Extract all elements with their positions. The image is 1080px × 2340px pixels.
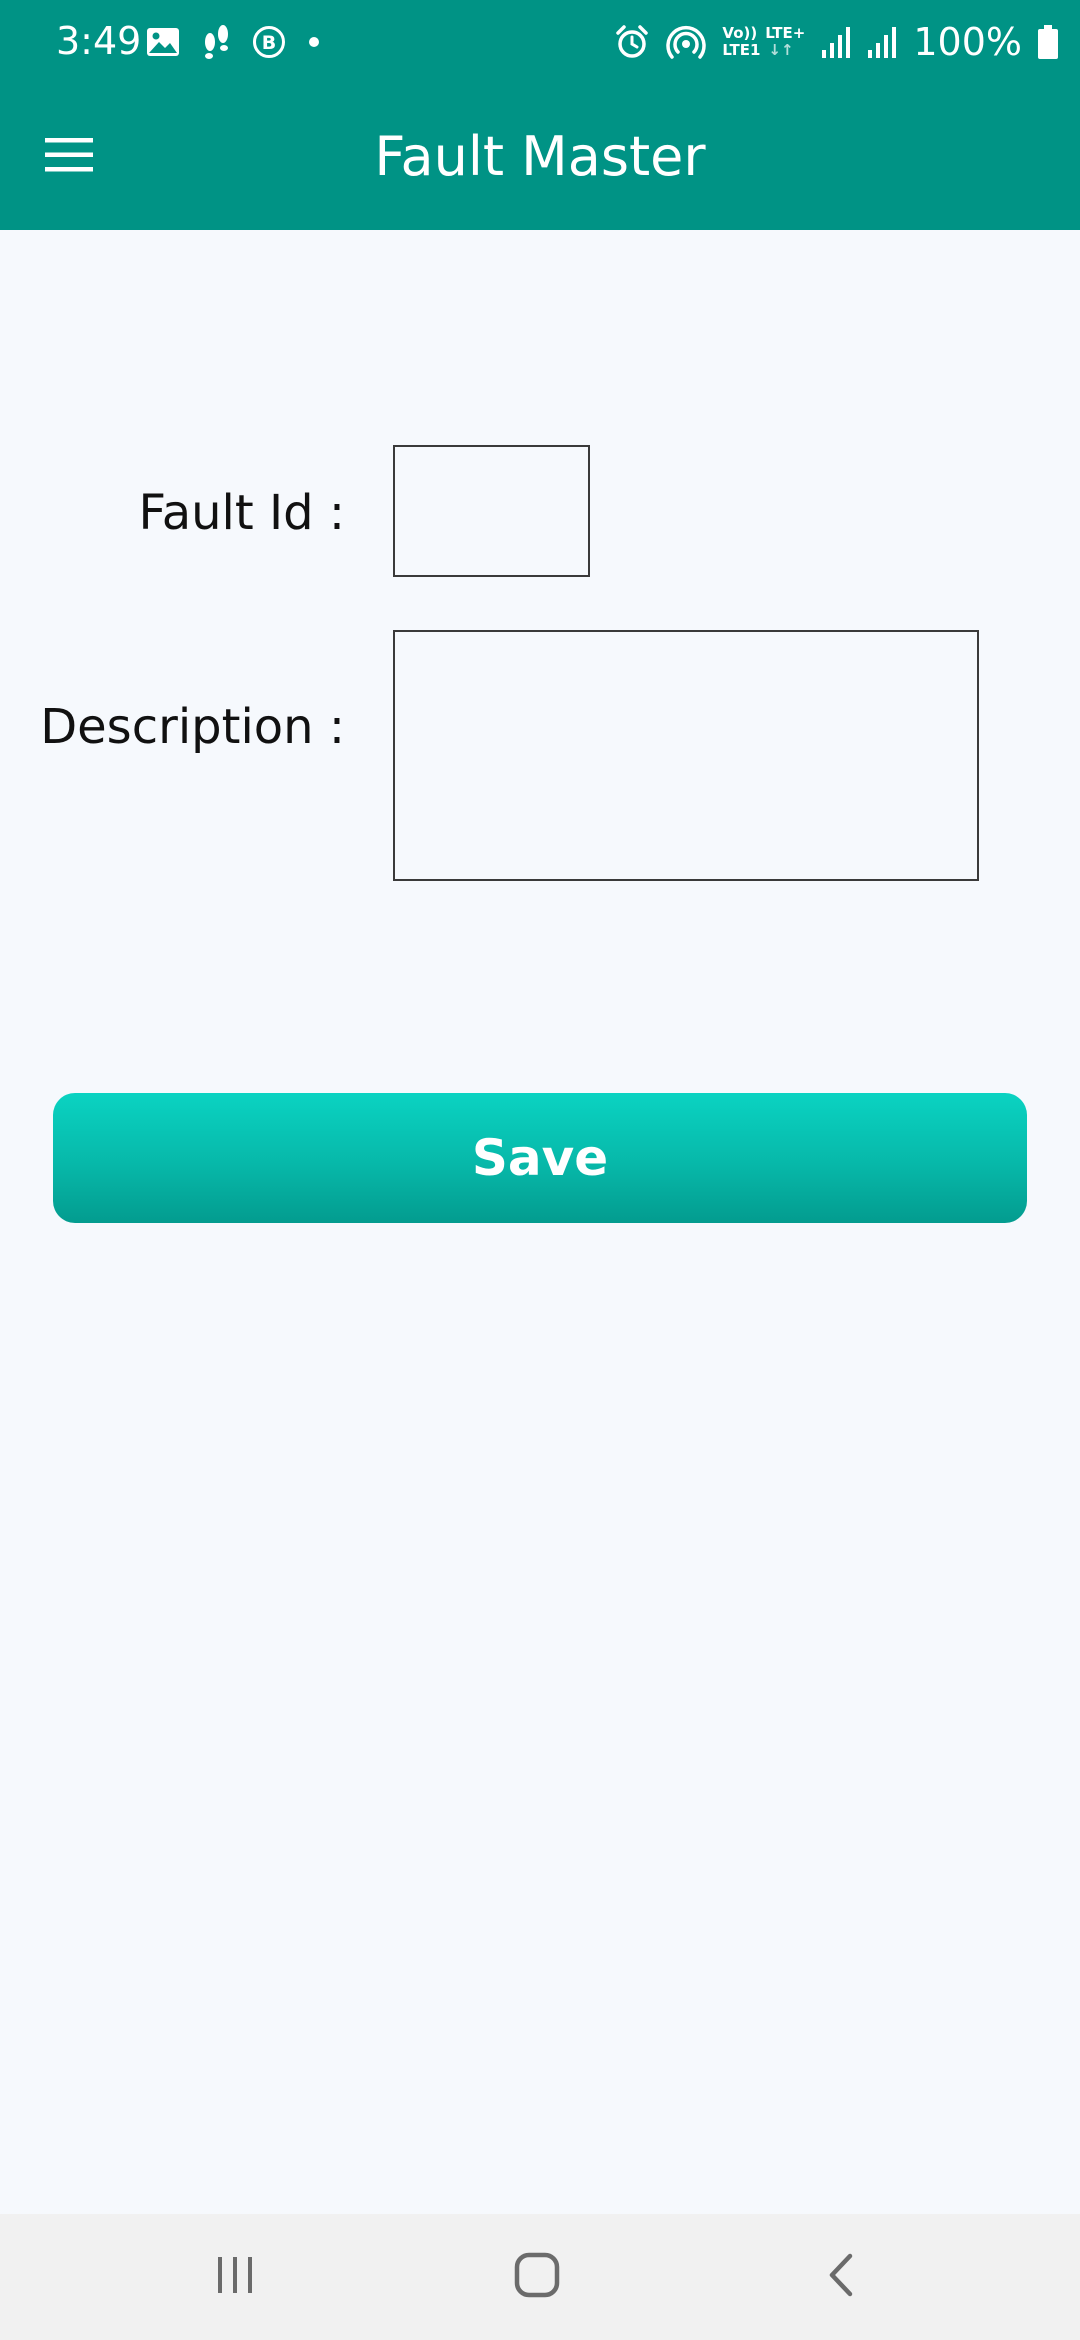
battery-icon	[1038, 25, 1058, 59]
gallery-icon	[146, 27, 180, 57]
fault-id-input[interactable]	[393, 445, 590, 577]
signal-icon	[821, 26, 851, 58]
dot-icon	[306, 34, 322, 50]
recents-button[interactable]	[190, 2242, 280, 2312]
lte1-label: LTE1	[722, 41, 761, 59]
recents-icon	[215, 2255, 255, 2299]
home-icon	[514, 2252, 560, 2302]
hotspot-icon	[666, 24, 707, 60]
page-title: Fault Master	[374, 125, 706, 188]
footsteps-icon	[200, 24, 232, 60]
save-button[interactable]: Save	[53, 1093, 1027, 1223]
description-input[interactable]	[393, 630, 979, 881]
b-badge-icon: B	[252, 25, 286, 59]
status-bar: 3:49 B Vo)) LTE+ LTE1 ↓↑ 100%	[0, 0, 1080, 84]
home-button[interactable]	[492, 2242, 582, 2312]
app-bar: Fault Master	[0, 84, 1080, 230]
status-notification-icons: B	[146, 20, 322, 64]
alarm-icon	[614, 24, 650, 60]
volte-label: Vo))	[722, 24, 758, 42]
status-time: 3:49	[56, 19, 142, 63]
back-icon	[826, 2252, 856, 2302]
navigation-bar	[0, 2214, 1080, 2340]
battery-percent: 100%	[913, 20, 1022, 64]
fault-id-label: Fault Id :	[138, 485, 345, 541]
lte-plus-label: LTE+	[765, 24, 806, 42]
back-button[interactable]	[796, 2242, 886, 2312]
svg-text:B: B	[262, 32, 276, 54]
status-system-icons: Vo)) LTE+ LTE1 ↓↑ 100%	[614, 20, 1058, 64]
signal-icon	[867, 26, 897, 58]
data-activity-label: ↓↑	[768, 41, 794, 59]
network-type-labels: Vo)) LTE+ LTE1 ↓↑	[722, 25, 805, 59]
description-label: Description :	[40, 699, 345, 755]
